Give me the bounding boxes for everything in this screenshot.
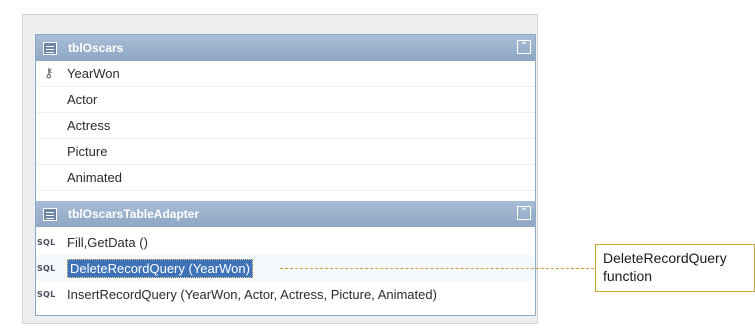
table-icon [43, 41, 57, 55]
dataset-designer-panel: tblOscars ⌃ ⚷ YearWon Actor Actress Pict… [35, 34, 536, 316]
collapse-adapter-icon[interactable]: ⌃ [517, 206, 531, 220]
table-adapter-title: tblOscarsTableAdapter [68, 207, 200, 221]
column-label: YearWon [67, 66, 120, 81]
query-row-insert-record[interactable]: SQL InsertRecordQuery (YearWon, Actor, A… [36, 281, 535, 307]
column-row-actor[interactable]: Actor [36, 87, 535, 113]
query-label: Fill,GetData () [67, 234, 148, 250]
column-row-actress[interactable]: Actress [36, 113, 535, 139]
callout-leader-line [280, 268, 594, 269]
primary-key-icon: ⚷ [44, 66, 54, 81]
table-adapter-header[interactable]: tblOscarsTableAdapter ⌃ [36, 201, 535, 227]
sql-query-icon: SQL [37, 289, 56, 299]
callout-box: DeleteRecordQuery function [595, 244, 755, 292]
column-label: Actor [67, 92, 98, 107]
sql-query-icon: SQL [37, 263, 56, 273]
query-label: InsertRecordQuery (YearWon, Actor, Actre… [67, 286, 437, 302]
query-row-fill-getdata[interactable]: SQL Fill,GetData () [36, 229, 535, 255]
column-row-animated[interactable]: Animated [36, 165, 535, 191]
column-row-picture[interactable]: Picture [36, 139, 535, 165]
collapse-table-icon[interactable]: ⌃ [517, 40, 531, 54]
column-label: Actress [67, 118, 111, 133]
table-adapter-icon [43, 207, 57, 221]
sql-query-icon: SQL [37, 237, 56, 247]
column-row-yearwon[interactable]: ⚷ YearWon [36, 61, 535, 87]
callout-line-2: function [603, 268, 653, 284]
table-header[interactable]: tblOscars ⌃ [36, 35, 535, 61]
callout-line-1: DeleteRecordQuery [603, 250, 727, 266]
column-label: Animated [67, 170, 122, 185]
query-label: DeleteRecordQuery (YearWon) [67, 258, 253, 278]
table-title: tblOscars [68, 41, 124, 55]
column-label: Picture [67, 144, 108, 159]
